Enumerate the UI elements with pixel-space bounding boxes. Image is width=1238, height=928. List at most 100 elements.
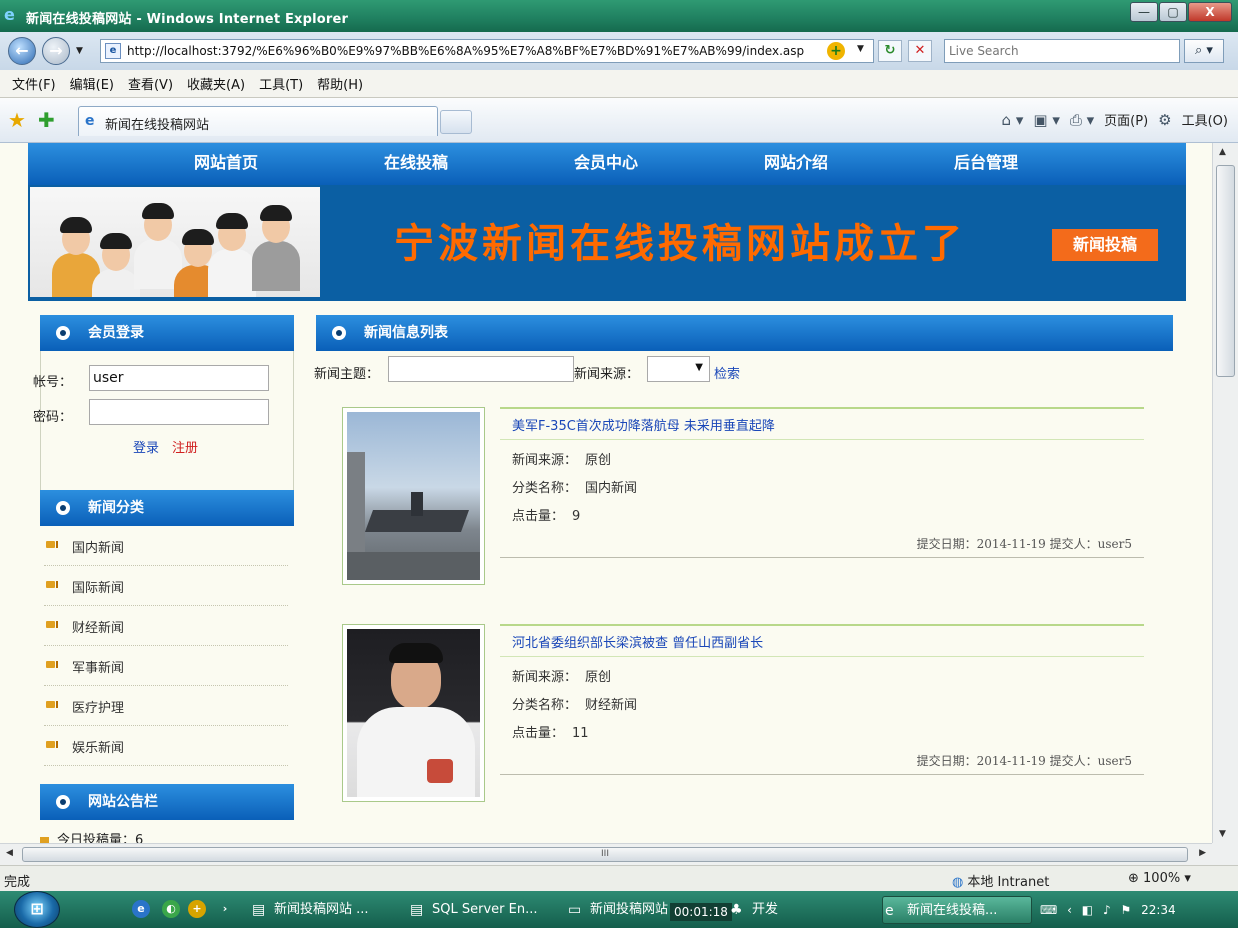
source-select[interactable]: ▼ — [647, 356, 710, 382]
news-thumbnail[interactable] — [342, 624, 485, 802]
forward-button[interactable]: → — [42, 37, 70, 65]
taskbar-item[interactable]: ▤ SQL Server En... — [408, 896, 558, 924]
quicklaunch-more-icon[interactable]: › — [216, 900, 234, 918]
print-icon[interactable]: ⎙ ▾ — [1070, 111, 1094, 129]
news-submit-button[interactable]: 新闻投稿 — [1052, 229, 1158, 261]
recent-pages-dropdown[interactable]: ▼ — [76, 46, 83, 56]
window-titlebar[interactable]: e 新闻在线投稿网站 - Windows Internet Explorer —… — [0, 0, 1238, 32]
login-link[interactable]: 登录 — [133, 437, 159, 456]
quicklaunch-ie-icon[interactable]: e — [132, 900, 150, 918]
category-item[interactable]: 军事新闻 — [44, 646, 288, 686]
address-dropdown-icon[interactable]: ▼ — [857, 44, 864, 54]
news-thumbnail[interactable] — [342, 407, 485, 585]
search-box[interactable] — [944, 39, 1180, 63]
security-zone[interactable]: ◍ 本地 Intranet — [952, 871, 1049, 890]
category-item[interactable]: 国内新闻 — [44, 526, 288, 566]
tab-active[interactable]: e 新闻在线投稿网站 — [78, 106, 438, 136]
taskbar-item-active[interactable]: e 新闻在线投稿... — [882, 896, 1032, 924]
news-title-link[interactable]: 美军F-35C首次成功降落航母 未采用垂直起降 — [512, 415, 775, 434]
minimize-button[interactable]: — — [1130, 2, 1158, 22]
login-panel: 帐号： 密码： 登录 注册 — [33, 351, 294, 491]
username-input[interactable] — [89, 365, 269, 391]
arrow-bullet-icon — [46, 741, 58, 748]
taskbar-item[interactable]: ▭ 新闻投稿网站 — [566, 896, 670, 924]
keyboard-icon[interactable]: ⌨ — [1040, 903, 1057, 917]
news-item: 河北省委组织部长梁滨被查 曾任山西副省长 新闻来源： 原创 分类名称： 财经新闻 点… — [342, 624, 1144, 802]
windows-logo-icon: ⊞ — [30, 899, 44, 918]
maximize-button[interactable]: ▢ — [1159, 2, 1187, 22]
scroll-up-icon[interactable]: ▲ — [1219, 147, 1226, 157]
taskbar-item[interactable]: ▤ 新闻投稿网站 ... — [250, 896, 396, 924]
refresh-button[interactable]: ↻ — [878, 40, 902, 62]
zoom-level[interactable]: ⊕ 100% ▾ — [1128, 871, 1191, 886]
scroll-left-icon[interactable]: ◀ — [6, 848, 13, 858]
arrow-bullet-icon — [46, 621, 58, 628]
register-link[interactable]: 注册 — [172, 437, 198, 456]
volume-icon[interactable]: ♪ — [1103, 903, 1111, 917]
clock[interactable]: 22:34 — [1141, 903, 1176, 917]
password-input[interactable] — [89, 399, 269, 425]
horizontal-scroll-thumb[interactable]: III — [22, 847, 1188, 862]
news-clicks: 点击量： 11 — [512, 726, 589, 741]
zoom-icon: ⊕ — [1128, 871, 1144, 886]
add-favorites-icon[interactable]: ✚ — [38, 108, 55, 132]
menu-favorites[interactable]: 收藏夹(A) — [187, 74, 245, 93]
search-input[interactable] — [945, 40, 1175, 62]
tools-menu[interactable]: 工具(O) — [1182, 110, 1228, 129]
category-item[interactable]: 医疗护理 — [44, 686, 288, 726]
category-item[interactable]: 国际新闻 — [44, 566, 288, 606]
scroll-down-icon[interactable]: ▼ — [1219, 829, 1226, 839]
quicklaunch-chrome-icon[interactable]: ◐ — [162, 900, 180, 918]
nav-admin[interactable]: 后台管理 — [891, 143, 1081, 185]
news-list-header: 新闻信息列表 — [316, 315, 1173, 351]
news-source: 新闻来源： 原创 — [512, 453, 612, 468]
topic-input[interactable] — [388, 356, 574, 382]
menu-help[interactable]: 帮助(H) — [317, 74, 363, 93]
taskbar-item[interactable]: ♣ 开发 — [728, 896, 828, 924]
nav-home[interactable]: 网站首页 — [131, 143, 321, 185]
nav-about[interactable]: 网站介绍 — [701, 143, 891, 185]
address-bar[interactable]: e http://localhost:3792/%E6%96%B0%E9%97%… — [100, 39, 874, 63]
news-image-portrait — [347, 629, 480, 797]
feeds-icon[interactable]: ▣ ▾ — [1033, 111, 1059, 129]
network-icon[interactable]: ◧ — [1082, 903, 1093, 917]
search-button[interactable]: ⌕ ▾ — [1184, 39, 1224, 63]
notice-title: 网站公告栏 — [88, 794, 158, 810]
menu-file[interactable]: 文件(F) — [12, 74, 56, 93]
menu-edit[interactable]: 编辑(E) — [70, 74, 114, 93]
nav-member[interactable]: 会员中心 — [511, 143, 701, 185]
scroll-right-icon[interactable]: ▶ — [1199, 848, 1206, 858]
search-link[interactable]: 检索 — [714, 363, 740, 382]
nav-submit[interactable]: 在线投稿 — [321, 143, 511, 185]
search-icon: ⌕ ▾ — [1195, 43, 1213, 58]
bullet-icon — [56, 795, 70, 809]
tab-page-icon: e — [85, 113, 95, 129]
compatibility-icon[interactable]: + — [827, 42, 845, 60]
vertical-scrollbar[interactable]: ▲ ▼ — [1212, 143, 1238, 843]
page-menu[interactable]: 页面(P) — [1104, 110, 1148, 129]
ie-icon: e — [885, 903, 894, 919]
site-nav: 网站首页 在线投稿 会员中心 网站介绍 后台管理 — [28, 143, 1186, 185]
home-icon[interactable]: ⌂ ▾ — [1002, 111, 1024, 129]
vertical-scroll-thumb[interactable] — [1216, 165, 1235, 377]
banner-photo — [30, 187, 320, 297]
new-tab-button[interactable] — [440, 110, 472, 134]
close-button[interactable]: X — [1188, 2, 1232, 22]
menu-view[interactable]: 查看(V) — [128, 74, 173, 93]
favorites-star-icon[interactable]: ★ — [8, 108, 26, 132]
arrow-bullet-icon — [46, 661, 58, 668]
login-header: 会员登录 — [40, 315, 294, 351]
back-button[interactable]: ← — [8, 37, 36, 65]
start-button[interactable]: ⊞ — [14, 891, 60, 928]
category-item[interactable]: 娱乐新闻 — [44, 726, 288, 766]
news-title-link[interactable]: 河北省委组织部长梁滨被查 曾任山西副省长 — [512, 632, 763, 651]
stop-button[interactable]: ✕ — [908, 40, 932, 62]
action-center-icon[interactable]: ⚑ — [1120, 903, 1131, 917]
horizontal-scrollbar[interactable]: ◀ III ▶ — [0, 843, 1212, 865]
quicklaunch-app-icon[interactable]: + — [188, 900, 206, 918]
menu-tools[interactable]: 工具(T) — [259, 74, 303, 93]
tray-expand-icon[interactable]: ‹ — [1067, 903, 1072, 917]
categories-header: 新闻分类 — [40, 490, 294, 526]
address-url[interactable]: http://localhost:3792/%E6%96%B0%E9%97%BB… — [127, 44, 817, 58]
category-item[interactable]: 财经新闻 — [44, 606, 288, 646]
